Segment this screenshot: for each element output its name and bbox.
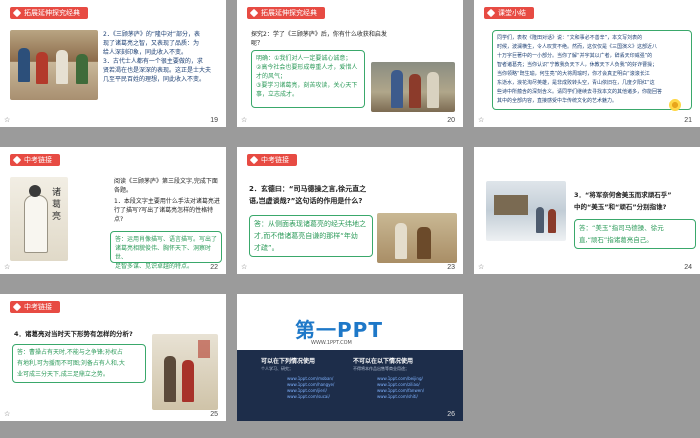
info-panel: 可以在下列情况使用 不可以在以下情况使用 个人学习、研究； 不得将本作品出售等商…: [237, 350, 463, 421]
text-line: 些诗中所蕴含的深刻含义。请同学们继续去寻找本文的其他诸多，你能回答: [497, 89, 663, 95]
right-note: 不得将本作品出售等商业用途；: [353, 366, 409, 371]
text-line: 才疏”。: [254, 244, 279, 252]
text-line: 现了诸葛亮之智，又表现了品质：为: [103, 40, 200, 47]
text-line: 答：从侧面表现诸葛亮的经天纬地之: [254, 220, 366, 228]
section-tag: 课堂小结: [484, 7, 534, 19]
slide-thumbnail-21[interactable]: 课堂小结 同学们，表权《隆田对话》说：“文和事必不善辛”，本文写刘表的 时候，波…: [474, 0, 700, 127]
text-line: 语,岂虚谈哉?”这句话的作用是什么?: [249, 197, 363, 205]
slide-number: 24: [684, 264, 692, 271]
illustration: [486, 181, 566, 241]
text-line: 时候，波澜横生，令人叹赏不绝。然而，这仅仅是《三国演义》这部近八: [497, 44, 658, 50]
slide-intro: 阅读《三顾茅庐》第三段文字,完成下面各题。: [114, 178, 218, 194]
star-icon: ☆: [4, 116, 11, 124]
illustration: [377, 213, 457, 263]
illustration: [152, 334, 218, 410]
slide-number: 23: [447, 264, 455, 271]
text-line: ③要学习诸葛亮，刻苦攻读，关心天下: [256, 82, 358, 89]
text-line: 诸葛亮相貌俊伟、胸怀天下、洞察时世、: [115, 245, 212, 261]
slide-body: 2．《三顾茅庐》的“隆中对”部分，表 现了诸葛亮之智，又表现了品质：为 给人深刻…: [103, 30, 221, 84]
slide-number: 25: [210, 411, 218, 418]
text-line: 3．“将军奈何舍美玉而求顽石乎”: [574, 191, 672, 199]
text-line: 中的“美玉”和“顽石”分别指谁?: [574, 203, 667, 211]
illustration: 诸葛亮: [10, 177, 68, 261]
answer-box: 答：从侧面表现诸葛亮的经天纬地之 才,而不借诸葛亮自谦的那样“年幼 才疏”。: [249, 215, 373, 257]
section-tag: 中考链接: [10, 154, 60, 166]
text-line: 才,而不借诸葛亮自谦的那样“年幼: [254, 232, 358, 240]
slide-question: 1．本段文字主要用什么手法对诸葛亮进行了描写?写出了诸葛亮怎样的性格特点?: [114, 198, 220, 223]
brand-logo: 第一PPT: [295, 318, 383, 342]
answer-box: 答：运用肖像描写、语言描写。写出了 诸葛亮相貌俊伟、胸怀天下、洞察时世、 足智多…: [110, 231, 222, 270]
answer-box: 明确：①我们对人一定要诚心诚意； ②高今社会也要形成尊重人才，爱惜人 才的风气；…: [251, 50, 365, 108]
text-line: 其中的全部内容，直接感受中华传统文化的艺术魅力。: [497, 98, 618, 104]
text-line: 智者诸葛亮；当你认识“宁教我负天下人，休教天下人负我”的好诈曹操；: [497, 62, 658, 68]
text-line: 答：曹操占有天时,不能与之争锋;孙权占: [17, 349, 123, 356]
answer-box: 答：“美玉”指司马德操、徐元 直,“顽石”指诸葛亮自己。: [574, 219, 696, 249]
slide-thumbnail-22[interactable]: 中考链接 诸葛亮 阅读《三顾茅庐》第三段文字,完成下面各题。 1．本段文字主要用…: [0, 147, 226, 274]
slide-thumbnail-19[interactable]: 拓展延伸探究经典 2．《三顾茅庐》的“隆中对”部分，表 现了诸葛亮之智，又表现了…: [0, 0, 226, 127]
link[interactable]: www.1ppt.com/sucai/: [287, 394, 334, 400]
text-line: 3．古代士人都有一个很主要做的，求: [103, 58, 203, 65]
answer-box: 答：曹操占有天时,不能与之争锋;孙权占 有地利,可为援而不可图;刘备占有人和,大…: [12, 344, 146, 383]
link[interactable]: www.1ppt.com/shiti/: [377, 394, 424, 400]
text-line: 明确：①我们对人一定要诚心诚意；: [256, 55, 352, 62]
link-list-left: www.1ppt.com/moban/ www.1ppt.com/hangye/…: [287, 376, 334, 400]
text-line: 同学们，表权《隆田对话》说：“文和事必不善辛”，本文写刘表的: [497, 35, 643, 41]
text-line: 几至平民百姓的理想，同此收入不变。: [103, 76, 206, 83]
text-line: 业可成三分天下,成三足鼎立之势。: [17, 371, 109, 378]
slide-question: 探究2：学了《三顾茅庐》后，你有什么收获和启发呢？: [251, 31, 387, 47]
slide-number: 19: [210, 117, 218, 124]
section-tag: 中考链接: [247, 154, 297, 166]
left-title: 可以在下列情况使用: [261, 358, 316, 365]
text-line: 足智多谋、见识卓越的特点。: [115, 263, 194, 270]
left-note: 个人学习、研究；: [261, 366, 293, 371]
slide-number: 21: [684, 117, 692, 124]
slide-question: 3．“将军奈何舍美玉而求顽石乎” 中的“美玉”和“顽石”分别指谁?: [574, 189, 698, 213]
star-icon: ☆: [4, 410, 11, 418]
slide-number: 26: [447, 411, 455, 418]
star-icon: ☆: [241, 116, 248, 124]
slide-thumbnail-26[interactable]: 第一PPT WWW.1PPT.COM 可以在下列情况使用 不可以在以下情况使用 …: [237, 294, 463, 421]
star-icon: ☆: [478, 263, 485, 271]
text-line: 有地利,可为援而不可图;刘备占有人和,大: [17, 360, 125, 367]
slide-number: 20: [447, 117, 455, 124]
text-line: 直,“顽石”指诸葛亮自己。: [579, 236, 653, 244]
slide-question: 4．诸葛亮对当时天下形势有怎样的分析?: [14, 330, 133, 338]
slide-thumbnail-25[interactable]: 中考链接 4．诸葛亮对当时天下形势有怎样的分析? 答：曹操占有天时,不能与之争锋…: [0, 294, 226, 421]
text-line: 2．《三顾茅庐》的“隆中对”部分，表: [103, 31, 201, 38]
slide-thumbnail-24[interactable]: 3．“将军奈何舍美玉而求顽石乎” 中的“美玉”和“顽石”分别指谁? 答：“美玉”…: [474, 147, 700, 274]
star-icon: ☆: [4, 263, 11, 271]
text-line: 答：“美玉”指司马德操、徐元: [579, 224, 664, 232]
section-tag: 中考链接: [10, 301, 60, 313]
slide-thumbnail-20[interactable]: 拓展延伸探究经典 探究2：学了《三顾茅庐》后，你有什么收获和启发呢？ 明确：①我…: [237, 0, 463, 127]
brand-url: WWW.1PPT.COM: [311, 340, 352, 346]
text-line: 给人深刻印象，同此收入不变。: [103, 49, 188, 56]
text-line: 当你领略“既生瑜，何生亮”的大将周瑜时，你才会真正明白“滚滚长江: [497, 71, 650, 77]
link-list-right: www.1ppt.com/beijing/ www.1ppt.com/zilia…: [377, 376, 424, 400]
flower-icon: [668, 98, 682, 112]
text-line: 2．玄德曰：“司马德操之言,徐元直之: [249, 185, 367, 193]
summary-box: 同学们，表权《隆田对话》说：“文和事必不善辛”，本文写刘表的 时候，波澜横生，令…: [492, 30, 692, 110]
text-line: 十万字巨著中的一小部分。当你了解“并宇其以广者，辞丢天印威强”的: [497, 53, 653, 59]
text-line: 贤若渴在也是深深的表现。这正是士大夫: [103, 67, 212, 74]
slide-number: 22: [210, 264, 218, 271]
text-line: 东逝水，浪花淘尽英雄，是非成败转头空，青山依旧在，几度夕阳红”这: [497, 80, 655, 86]
section-tag: 拓展延伸探究经典: [10, 7, 88, 19]
text-line: 事，立志成才。: [256, 91, 299, 98]
text-line: 答：运用肖像描写、语言描写。写出了: [115, 236, 218, 243]
text-line: ②高今社会也要形成尊重人才，爱惜人: [256, 64, 358, 71]
slide-thumbnail-23[interactable]: 中考链接 2．玄德曰：“司马德操之言,徐元直之 语,岂虚谈哉?”这句话的作用是什…: [237, 147, 463, 274]
star-icon: ☆: [241, 263, 248, 271]
illustration: [10, 30, 98, 100]
star-icon: ☆: [478, 116, 485, 124]
right-title: 不可以在以下情况使用: [353, 358, 414, 365]
slide-question: 2．玄德曰：“司马德操之言,徐元直之 语,岂虚谈哉?”这句话的作用是什么?: [249, 183, 409, 207]
section-tag: 拓展延伸探究经典: [247, 7, 325, 19]
text-line: 才的风气；: [256, 73, 287, 80]
illustration: [371, 62, 455, 112]
